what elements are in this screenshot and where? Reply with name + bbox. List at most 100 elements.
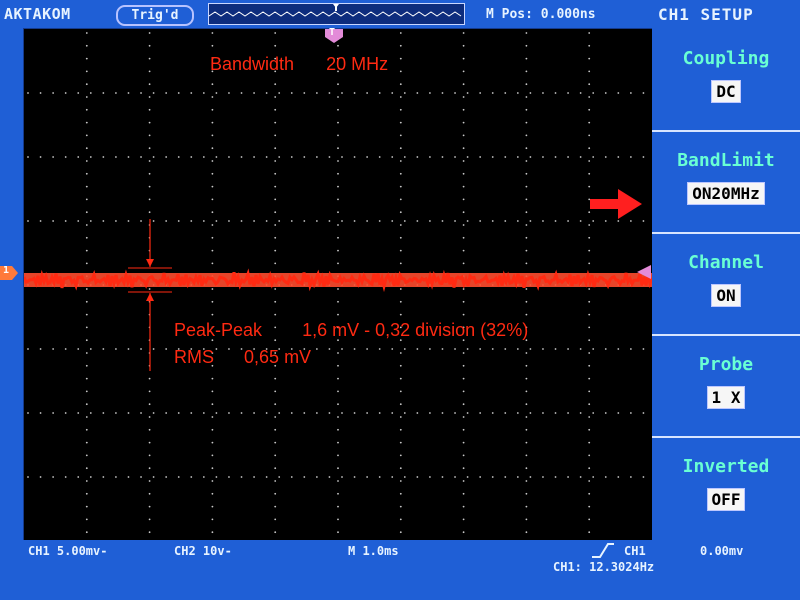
- bandlimit-title: BandLimit: [677, 150, 775, 171]
- grid-dot: [462, 313, 465, 316]
- channel-menu-item[interactable]: Channel ON: [652, 232, 800, 332]
- grid-dot: [337, 96, 339, 98]
- grid-dot: [588, 492, 591, 495]
- grid-dot: [441, 412, 444, 414]
- grid-dot: [177, 156, 180, 158]
- grid-dot: [341, 220, 343, 222]
- grid-dot: [228, 412, 230, 414]
- grid-dot: [399, 454, 402, 457]
- coupling-value[interactable]: DC: [711, 80, 741, 103]
- inverted-menu-item[interactable]: Inverted OFF: [652, 436, 800, 536]
- trigger-level-readout: 0.00mv: [700, 544, 744, 558]
- grid-dot: [202, 220, 205, 222]
- grid-dot: [588, 134, 591, 137]
- grid-dot: [165, 476, 168, 478]
- grid-dot: [148, 147, 151, 150]
- grid-dot: [337, 288, 339, 290]
- grid-dot: [399, 249, 402, 252]
- grid-dot: [525, 236, 528, 239]
- grid-dot: [516, 92, 519, 94]
- grid-dot: [399, 57, 402, 60]
- grid-dot: [228, 92, 230, 94]
- grid-dot: [253, 156, 255, 158]
- grid-dot: [542, 92, 544, 94]
- grid-dot: [211, 480, 214, 482]
- grid-and-trace: [24, 32, 652, 534]
- grid-dot: [64, 476, 67, 478]
- grid-dot: [399, 224, 402, 226]
- grid-dot: [567, 156, 569, 158]
- grid-dot: [165, 156, 168, 158]
- grid-dot: [148, 505, 151, 508]
- grid-dot: [429, 412, 431, 414]
- grid-dot: [588, 416, 591, 418]
- grid-dot: [115, 220, 117, 222]
- grid-dot: [148, 416, 151, 418]
- grid-dot: [504, 220, 507, 222]
- grid-dot: [215, 476, 218, 478]
- grid-dot: [416, 92, 419, 94]
- grid-dot: [525, 492, 528, 495]
- grid-dot: [516, 348, 519, 350]
- grid-dot: [466, 92, 469, 94]
- grid-dot: [215, 220, 218, 222]
- grid-dot: [165, 412, 168, 414]
- grid-dot: [399, 134, 402, 137]
- grid-dot: [588, 147, 591, 150]
- rising-edge-trigger-icon: [592, 543, 614, 558]
- grid-dot: [337, 531, 339, 534]
- grid-dot: [642, 92, 645, 94]
- grid-dot: [64, 412, 67, 414]
- grid-dot: [315, 220, 318, 222]
- grid-dot: [588, 236, 591, 239]
- grid-dot: [274, 403, 277, 406]
- grid-dot: [85, 518, 88, 521]
- grid-dot: [102, 156, 105, 158]
- grid-dot: [366, 412, 369, 414]
- inverted-value[interactable]: OFF: [706, 488, 746, 511]
- grid-dot: [274, 236, 277, 239]
- grid-dot: [337, 44, 339, 47]
- grid-dot: [290, 412, 293, 414]
- grid-dot: [274, 492, 277, 495]
- grid-dot: [211, 185, 214, 188]
- grid-dot: [337, 262, 339, 265]
- grid-dot: [366, 220, 369, 222]
- grid-dot: [274, 288, 277, 290]
- grid-dot: [554, 348, 557, 350]
- grid-dot: [211, 377, 214, 380]
- grid-dot: [27, 348, 29, 350]
- grid-dot: [337, 172, 339, 175]
- grid-dot: [525, 211, 528, 214]
- grid-dot: [274, 83, 277, 86]
- grid-dot: [152, 412, 155, 414]
- grid-dot: [462, 185, 465, 188]
- grid-dot: [588, 96, 591, 98]
- grid-dot: [102, 476, 105, 478]
- grid-dot: [399, 505, 402, 508]
- bandlimit-menu-item[interactable]: BandLimit ON20MHz: [652, 130, 800, 230]
- grid-dot: [629, 348, 632, 350]
- grid-dot: [337, 147, 339, 150]
- grid-dot: [77, 156, 80, 158]
- probe-value[interactable]: 1 X: [706, 386, 746, 409]
- grid-dot: [52, 476, 55, 478]
- coupling-menu-item[interactable]: Coupling DC: [652, 28, 800, 128]
- grid-dot: [441, 220, 444, 222]
- channel-value[interactable]: ON: [711, 284, 741, 307]
- timebase-overview: [208, 3, 465, 25]
- bandlimit-value[interactable]: ON20MHz: [687, 182, 765, 205]
- trigger-level-icon: [637, 265, 651, 279]
- grid-dot: [337, 224, 339, 226]
- grid-dot: [588, 121, 591, 124]
- grid-dot: [148, 57, 151, 60]
- grid-dot: [148, 44, 151, 47]
- grid-dot: [399, 44, 402, 47]
- probe-menu-item[interactable]: Probe 1 X: [652, 334, 800, 434]
- inverted-title: Inverted: [682, 456, 770, 477]
- grid-dot: [378, 92, 381, 94]
- grid-dot: [642, 220, 645, 222]
- grid-dot: [399, 172, 402, 175]
- grid-dot: [274, 313, 277, 316]
- grid-dot: [85, 416, 88, 418]
